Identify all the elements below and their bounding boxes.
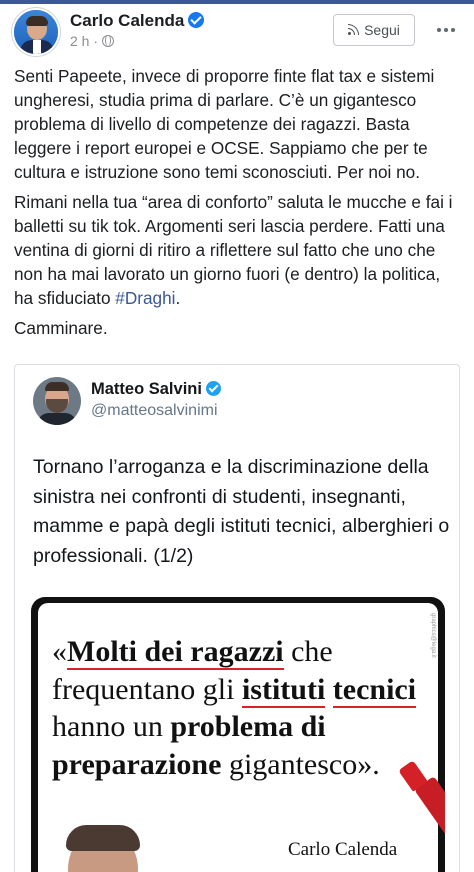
follow-label: Segui: [364, 22, 400, 38]
twitter-verified-icon: [205, 381, 221, 396]
post-paragraph-2: Rimani nella tua “area di conforto” salu…: [14, 190, 462, 310]
follow-button[interactable]: Segui: [333, 14, 415, 46]
quote-open: «: [52, 635, 67, 668]
author-name-row[interactable]: Carlo Calenda: [70, 11, 205, 31]
verified-badge-icon: [188, 12, 205, 28]
quoted-tweet-card[interactable]: Matteo Salvini @matteosalvinimi Tornano …: [14, 364, 460, 872]
hashtag-link[interactable]: #Draghi: [115, 288, 175, 308]
post-paragraph-3: Camminare.: [14, 318, 108, 338]
graphic-portrait: [46, 825, 156, 872]
post-paragraph-2-text: Rimani nella tua “area di conforto” salu…: [14, 192, 453, 308]
more-options-icon[interactable]: [434, 18, 458, 42]
quote-part-3: istituti: [241, 672, 326, 708]
author-avatar[interactable]: [12, 8, 60, 56]
rss-icon: [348, 24, 360, 35]
post-paragraph-2-end: .: [175, 288, 181, 308]
quote-part-4: tecnici: [332, 672, 417, 708]
quote-graphic: graphics@lega.it «Molti dei ragazzi che …: [38, 603, 445, 872]
quoted-author-name[interactable]: Matteo Salvini: [91, 380, 202, 398]
post-paragraph-1: Senti Papeete, invece di proporre finte …: [14, 66, 435, 182]
quote-close: ».: [357, 747, 380, 781]
graphic-author: Carlo Calenda: [288, 839, 398, 860]
globe-icon: [102, 35, 115, 47]
post-header: Carlo Calenda 2 h · Segui: [0, 4, 474, 60]
quoted-author-name-row: Matteo Salvini: [91, 380, 221, 399]
quote-part-7: gigantesco: [221, 747, 358, 781]
quoted-author-handle[interactable]: @matteosalvinimi: [91, 402, 218, 420]
graphic-quote: «Molti dei ragazzi che frequentano gli i…: [52, 633, 432, 783]
quoted-tweet-text: Tornano l’arroganza e la discriminazione…: [33, 456, 450, 567]
post-text: Senti Papeete, invece di proporre finte …: [14, 64, 462, 346]
quote-part-5: hanno un: [52, 710, 171, 743]
author-name[interactable]: Carlo Calenda: [70, 11, 184, 30]
quoted-tweet-image[interactable]: graphics@lega.it «Molti dei ragazzi che …: [31, 597, 445, 872]
red-marker-icon: [398, 760, 445, 853]
post-time[interactable]: 2 h ·: [70, 33, 98, 49]
quoted-author-avatar[interactable]: [33, 377, 81, 425]
quote-part-1: Molti dei ragazzi: [67, 635, 284, 670]
post-meta: 2 h ·: [70, 33, 115, 49]
